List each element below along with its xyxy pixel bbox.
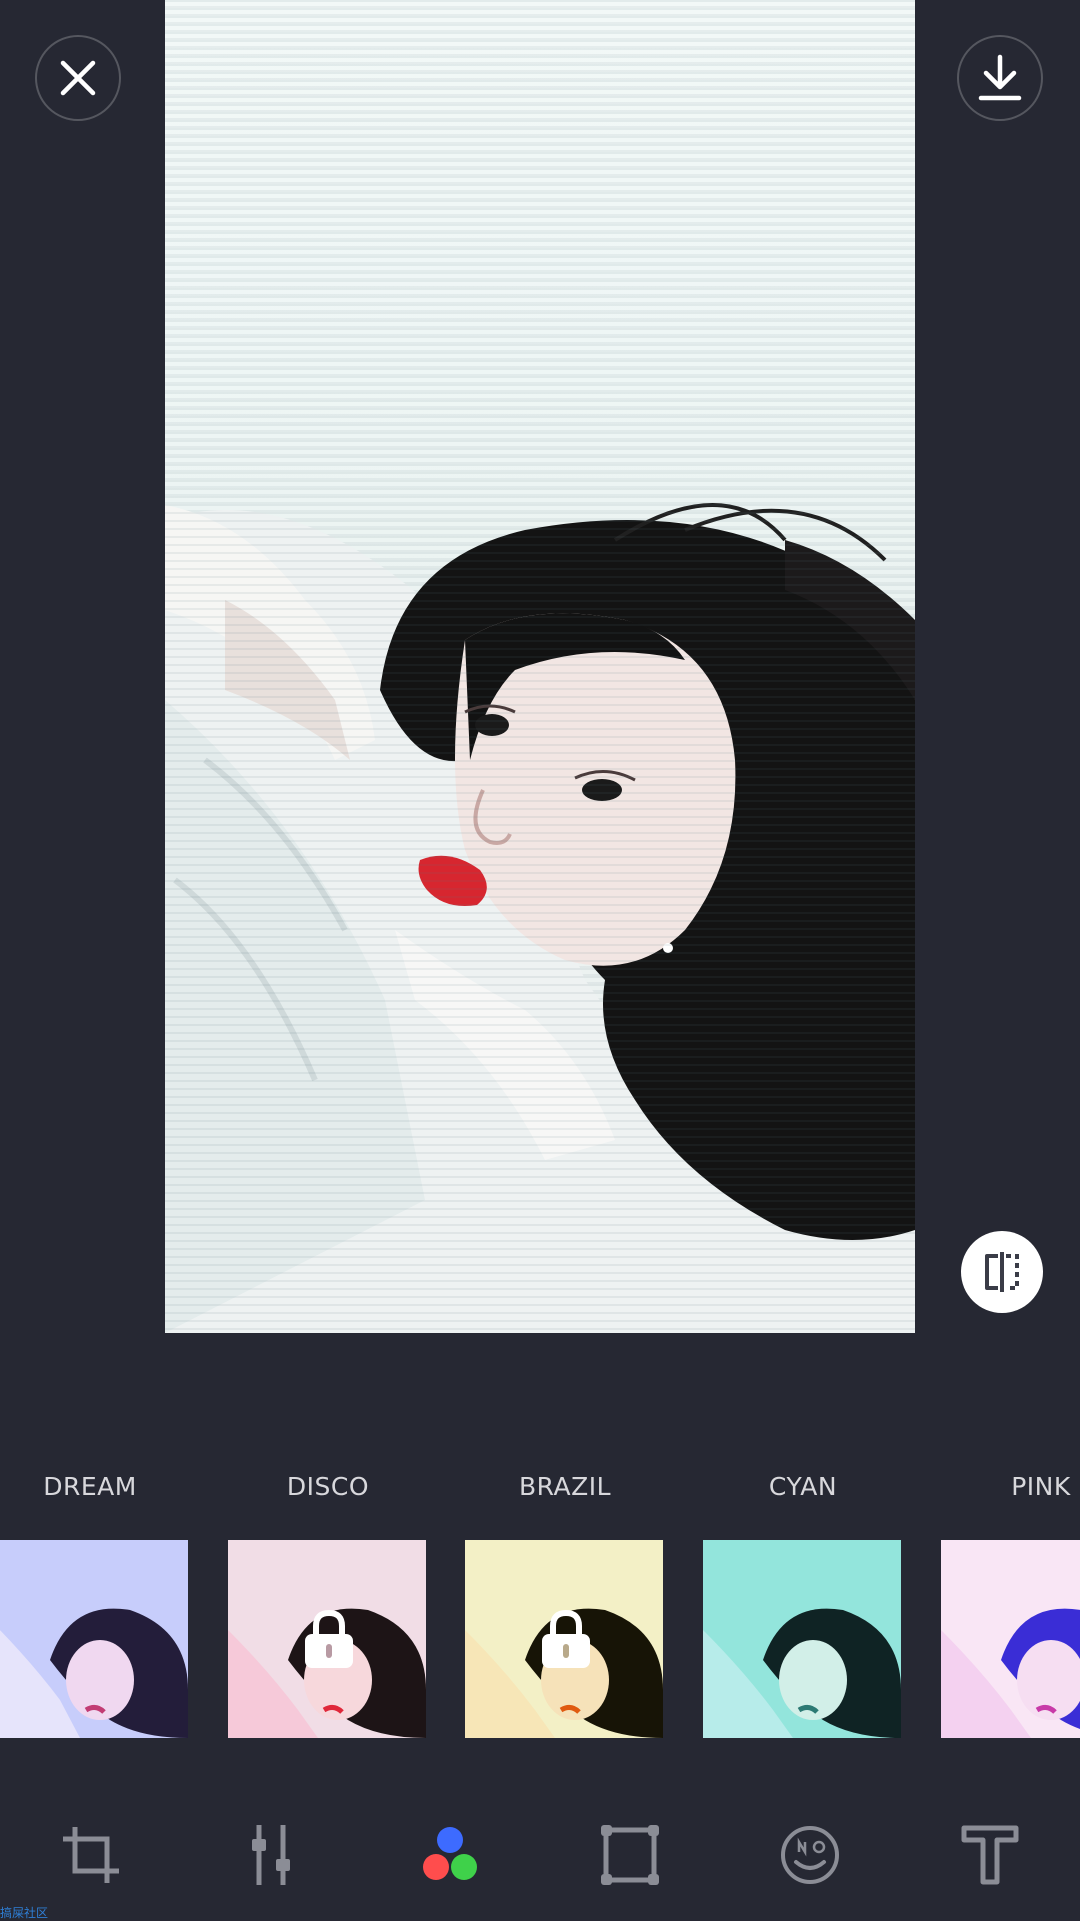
sticker-icon [781,1826,839,1884]
frame-icon [601,1825,659,1885]
filter-thumb-disco[interactable] [228,1540,426,1738]
compare-split-icon [985,1252,1019,1292]
crop-icon [63,1827,119,1883]
download-icon [978,54,1022,101]
filter-thumb-cyan[interactable] [703,1540,901,1738]
filter-label-pink: PINK [1011,1472,1071,1501]
lock-icon [542,1609,590,1668]
filter-label-dream: DREAM [43,1472,137,1501]
sticker-tool-button[interactable] [770,1820,850,1890]
lock-icon [305,1609,353,1668]
filter-icon [423,1827,477,1880]
filter-thumb-pink[interactable] [941,1540,1080,1738]
close-icon [60,60,96,96]
text-tool-button[interactable] [950,1820,1030,1890]
frame-tool-button[interactable] [590,1820,670,1890]
photo-preview[interactable] [165,0,915,1333]
filter-label-disco: DISCO [286,1472,370,1501]
portrait-image [165,0,915,1333]
filter-label-brazil: BRAZIL [518,1472,612,1501]
download-button[interactable] [957,35,1043,121]
filter-tool-button[interactable] [410,1820,490,1890]
filter-thumb-dream[interactable] [0,1540,188,1738]
text-icon [961,1825,1019,1885]
adjust-tool-button[interactable] [231,1820,311,1890]
crop-tool-button[interactable] [51,1820,131,1890]
filter-thumb-brazil[interactable] [465,1540,663,1738]
compare-button[interactable] [961,1231,1043,1313]
watermark-text: 搞屎社区 [0,1906,49,1920]
bottom-toolbar [0,1820,1080,1890]
close-button[interactable] [35,35,121,121]
adjust-sliders-icon [252,1825,290,1885]
filter-label-cyan: CYAN [768,1472,838,1501]
